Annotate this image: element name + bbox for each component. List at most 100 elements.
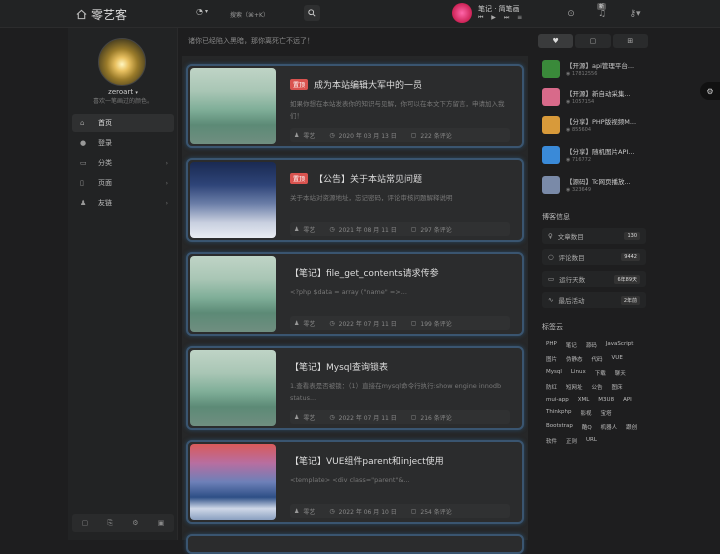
tag-link[interactable]: XML	[574, 396, 594, 404]
key-menu-icon[interactable]: ⚷▾	[626, 8, 644, 20]
tag-link[interactable]: 伪静态	[562, 354, 587, 364]
post-title[interactable]: 置顶 【公告】关于本站常见问题	[290, 172, 422, 185]
tag-link[interactable]: 防红	[542, 382, 561, 392]
post-card[interactable]: 置顶 【公告】关于本站常见问题 关于本站对资源地址，忘记密码，评论审核问题解释说明…	[186, 158, 524, 242]
user-icon: ♟	[294, 413, 300, 421]
tag-link[interactable]: 代码	[588, 354, 607, 364]
tag-link[interactable]: API	[619, 396, 636, 404]
calendar-icon: ▭	[548, 275, 555, 283]
stat-articles: ♀ 文章数目 130	[542, 228, 646, 244]
chevron-right-icon: ›	[165, 199, 168, 207]
post-title[interactable]: 【笔记】Mysql查询锁表	[290, 360, 388, 373]
tag-link[interactable]: 酷Q	[578, 422, 596, 432]
post-thumbnail[interactable]	[190, 444, 276, 520]
nav-item-category[interactable]: ▭ 分类 ›	[72, 154, 174, 172]
comment-icon: ▢	[410, 131, 417, 139]
tag-link[interactable]: 源码	[582, 340, 601, 350]
tag-link[interactable]: 短网址	[562, 382, 587, 392]
hot-post-title: 【源码】Tc网页播放...	[566, 178, 631, 186]
hot-post-title: 【分享】PHP版视频M...	[566, 118, 637, 126]
tag-link[interactable]: 软件	[542, 436, 561, 446]
tag-link[interactable]: 图片	[542, 354, 561, 364]
tag-link[interactable]: Bootstrap	[542, 422, 577, 432]
tag-link[interactable]: Thinkphp	[542, 408, 576, 418]
sidebar-footer: ▢ ⎘ ⚙ ▣	[72, 514, 174, 532]
tag-link[interactable]: 图床	[608, 382, 627, 392]
post-card[interactable]: 【笔记】VUE组件parent和inject使用 <template> <div…	[186, 440, 524, 524]
hot-post-item[interactable]: 【分享】随机图片API... ◉ 716772	[540, 144, 648, 168]
tag-link[interactable]: PHP	[542, 340, 561, 350]
post-title[interactable]: 【笔记】file_get_contents请求传参	[290, 266, 439, 279]
clock-icon: ◷	[329, 507, 335, 515]
gear-icon[interactable]: ⚙	[132, 519, 138, 527]
post-card[interactable]: 【笔记】Mysql查询锁表 1.查看表是否被锁：（1）直接在mysql命令行执行…	[186, 346, 524, 430]
float-settings-button[interactable]: ⚙	[700, 82, 720, 100]
tag-link[interactable]: Mysql	[542, 368, 566, 378]
tag-link[interactable]: Linux	[567, 368, 590, 378]
tag-link[interactable]: 跟创	[622, 422, 641, 432]
post-title[interactable]: 置顶 成为本站编辑大军中的一员	[290, 78, 422, 91]
hot-post-item[interactable]: 【分享】PHP版视频M... ◉ 855604	[540, 114, 648, 138]
search-button[interactable]	[304, 5, 320, 21]
hot-post-thumbnail	[542, 88, 560, 106]
search-icon	[308, 9, 316, 17]
chat-icon[interactable]: ▢	[82, 519, 89, 527]
link-icon[interactable]: ⎘	[107, 519, 113, 528]
tab-gifts[interactable]: ⊞	[612, 34, 648, 48]
tag-link[interactable]: 影视	[577, 408, 596, 418]
tab-likes[interactable]: ♥	[538, 34, 574, 48]
post-meta: ♟ 零艺 ◷ 2022 年 07 月 11 日 ▢ 216 条评论	[290, 410, 510, 424]
username[interactable]: zeroart ▾	[68, 88, 178, 96]
nav-item-pages[interactable]: ▯ 页面 ›	[72, 174, 174, 192]
post-card[interactable]: 【笔记】file_get_contents请求传参 <?php $data = …	[186, 252, 524, 336]
tag-link[interactable]: 下载	[591, 368, 610, 378]
post-title[interactable]: 【笔记】VUE组件parent和inject使用	[290, 454, 444, 467]
user-icon: ♟	[294, 225, 300, 233]
tag-link[interactable]: 聊天	[611, 368, 630, 378]
comment-icon: ▢	[410, 413, 417, 421]
gear-icon: ⚙	[706, 86, 714, 96]
nav-item-login[interactable]: ● 登录	[72, 134, 174, 152]
comment-icon: ▢	[410, 507, 417, 515]
album-cover[interactable]	[452, 3, 472, 23]
music-player[interactable]: 笔记 · 简笔画 ⏮ ▶ ⏭ ≡	[452, 3, 525, 23]
stat-comments: ○ 评论数目 9442	[542, 249, 646, 265]
tag-link[interactable]: 机器人	[597, 422, 622, 432]
tab-comments[interactable]: ▢	[575, 34, 611, 48]
pinned-badge: 置顶	[290, 173, 309, 184]
hot-post-item[interactable]: 【开源】api管理平台... ◉ 17812556	[540, 58, 648, 82]
tag-link[interactable]: 宝塔	[597, 408, 616, 418]
post-thumbnail[interactable]	[190, 162, 276, 238]
post-thumbnail[interactable]	[190, 68, 276, 144]
hot-post-item[interactable]: 【源码】Tc网页播放... ◉ 323649	[540, 174, 648, 198]
tag-link[interactable]: 公告	[588, 382, 607, 392]
tag-link[interactable]: mui-app	[542, 396, 573, 404]
site-title: 零艺客	[91, 8, 128, 22]
post-thumbnail[interactable]	[190, 350, 276, 426]
player-controls[interactable]: ⏮ ▶ ⏭ ≡	[478, 14, 525, 22]
comment-icon: ▢	[589, 37, 597, 45]
tag-link[interactable]: JavaScript	[602, 340, 638, 350]
theme-dropdown[interactable]: ◔ ▾	[196, 7, 208, 16]
clock-icon: ◷	[329, 131, 335, 139]
hot-post-title: 【分享】随机图片API...	[566, 148, 635, 156]
share-icon[interactable]: ▣	[158, 519, 165, 527]
tag-link[interactable]: VUE	[608, 354, 627, 364]
post-thumbnail[interactable]	[190, 256, 276, 332]
hot-post-item[interactable]: 【开源】新自动采集... ◉ 1057154	[540, 86, 648, 110]
post-card[interactable]	[186, 534, 524, 554]
user-icon: ●	[80, 139, 87, 147]
tag-cloud: PHP 笔记 源码 JavaScript 图片 伪静态 代码 VUE Mysql…	[542, 340, 646, 446]
post-excerpt: <template> <div class="parent"&...	[290, 476, 410, 484]
post-card[interactable]: 置顶 成为本站编辑大军中的一员 如果你想在本站发表你的知识与见解，你可以在本文下方…	[186, 64, 524, 148]
avatar[interactable]	[98, 38, 146, 86]
settings-icon[interactable]: ⊙	[565, 8, 577, 20]
tag-link[interactable]: 笔记	[562, 340, 581, 350]
tag-link[interactable]: URL	[582, 436, 601, 446]
user-icon: ♟	[294, 319, 300, 327]
site-logo[interactable]: 零艺客	[76, 6, 127, 23]
nav-item-home[interactable]: ⌂ 首页	[72, 114, 174, 132]
tag-link[interactable]: M3U8	[594, 396, 618, 404]
nav-item-links[interactable]: ♟ 友链 ›	[72, 194, 174, 212]
tag-link[interactable]: 正则	[562, 436, 581, 446]
